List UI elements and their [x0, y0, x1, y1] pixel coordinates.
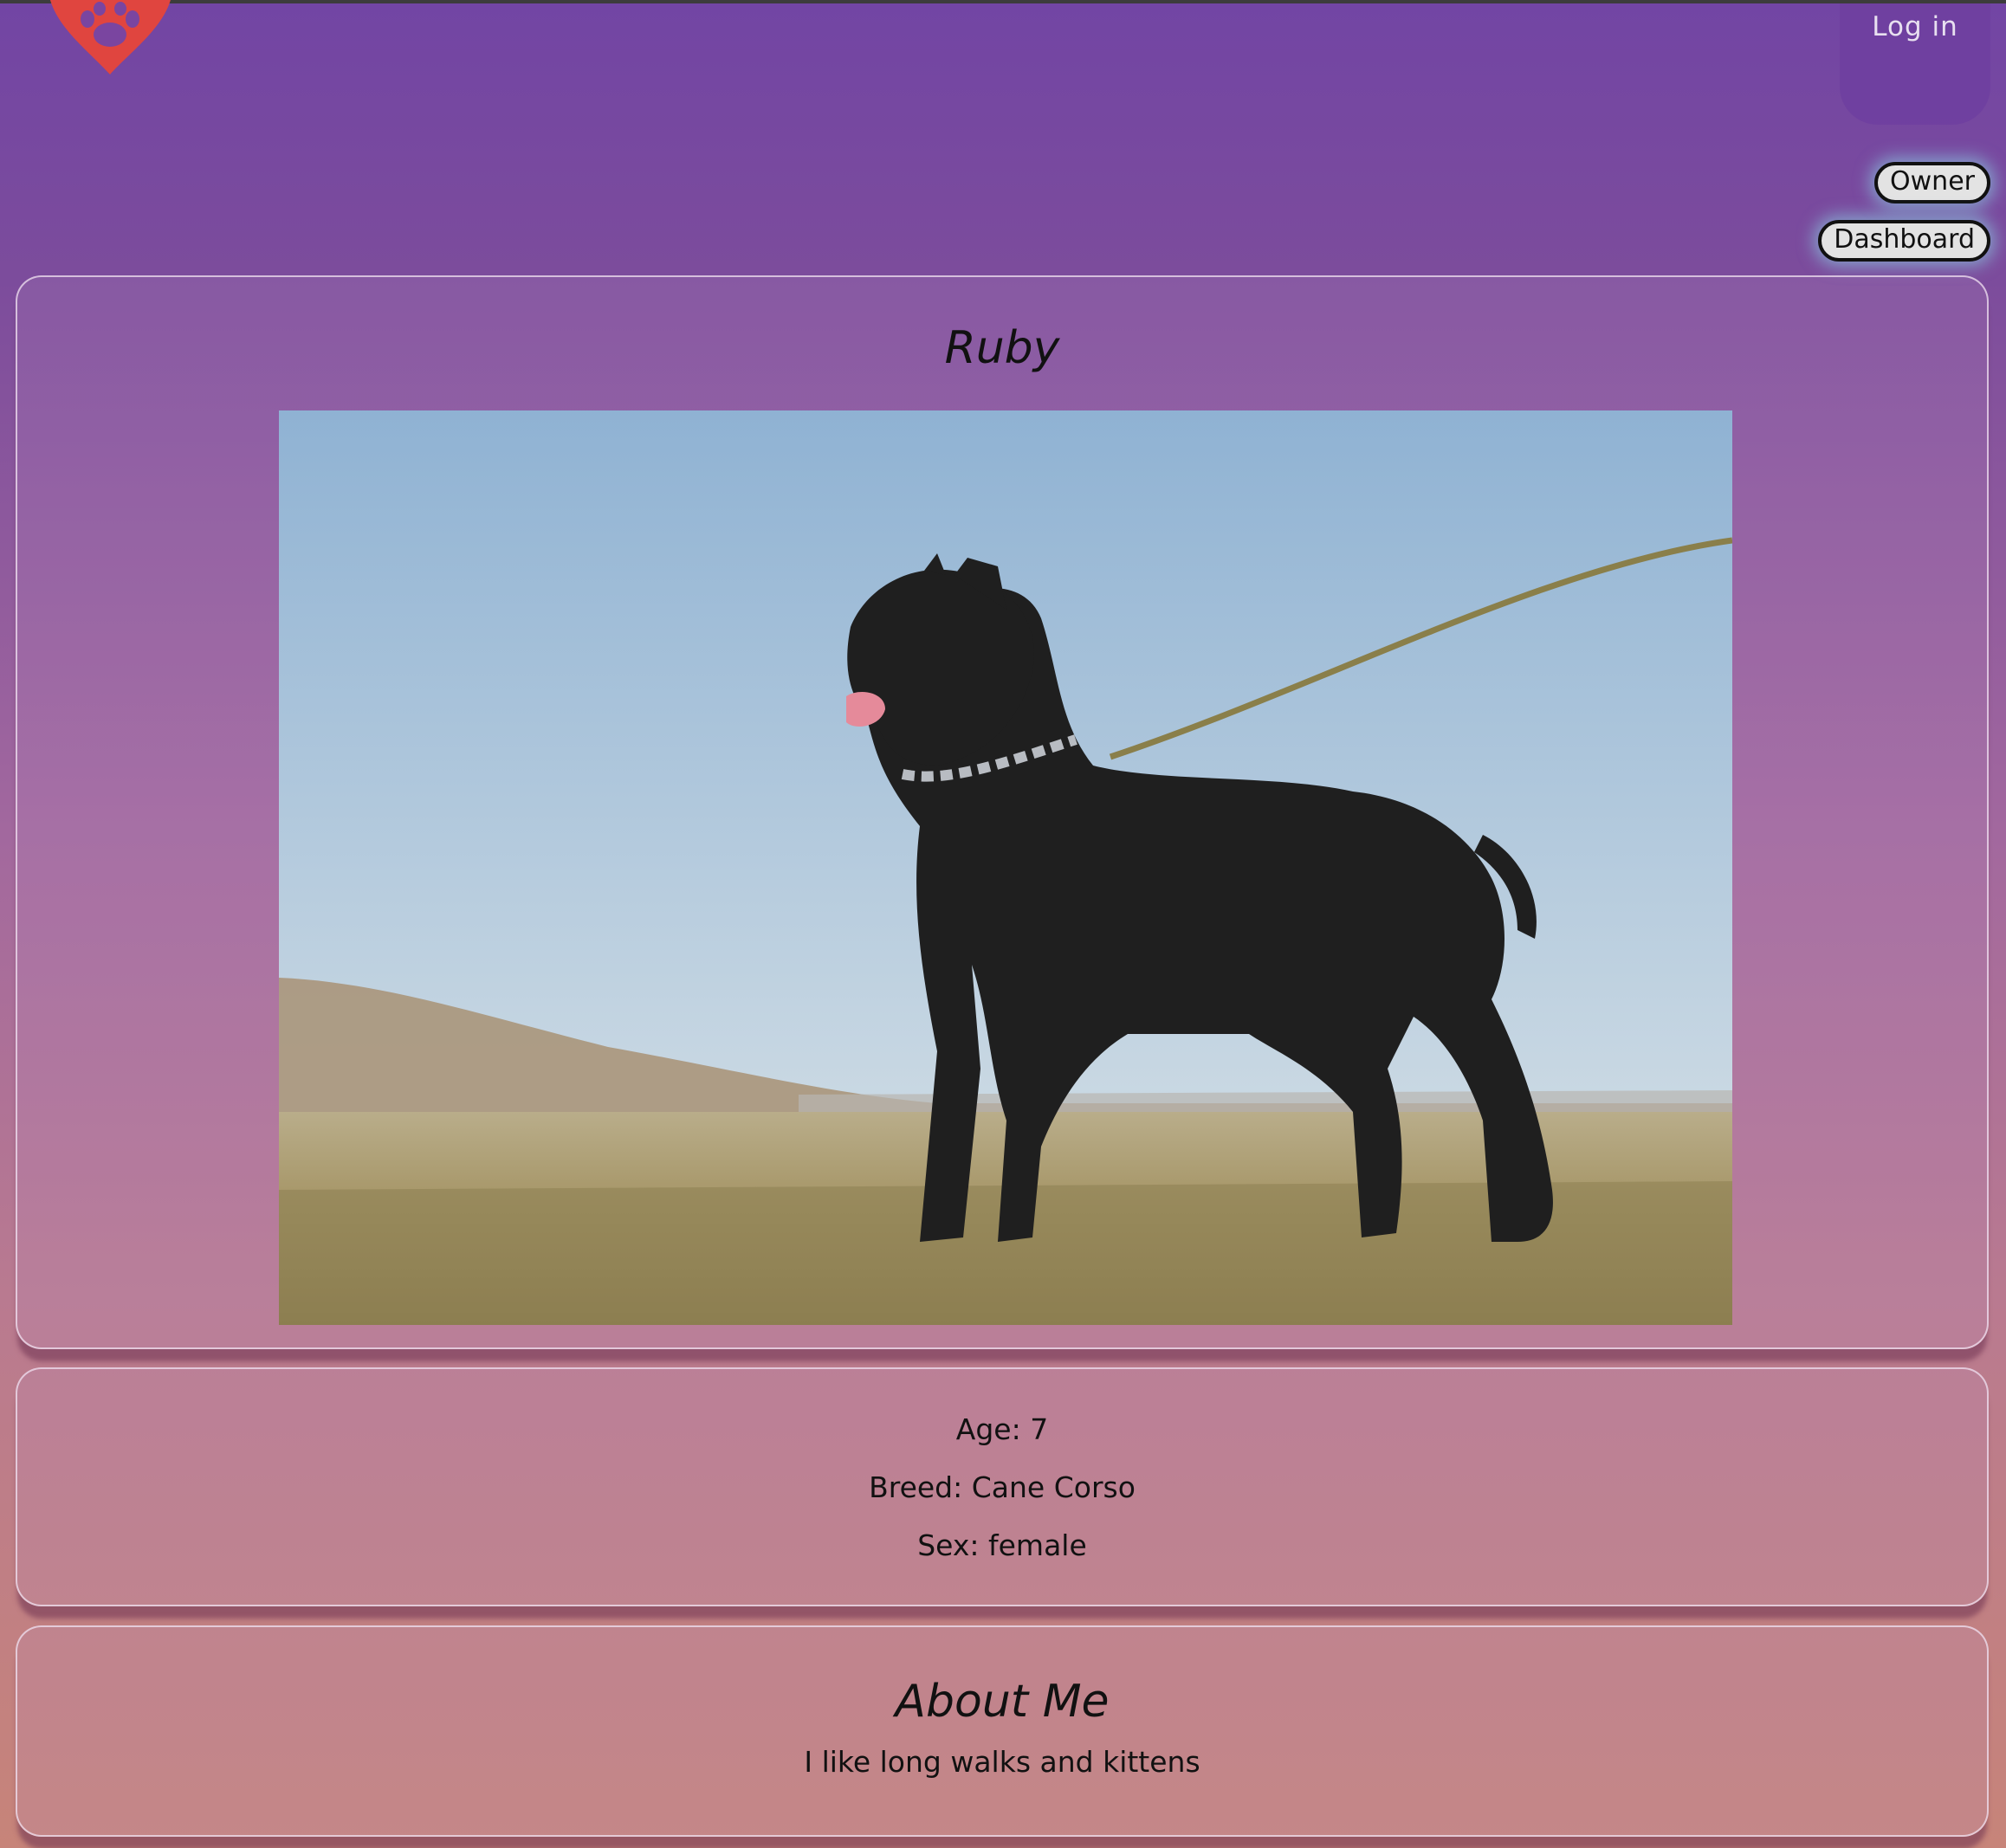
sex-text: Sex: female: [917, 1528, 1087, 1562]
about-title: About Me: [895, 1676, 1110, 1728]
login-tab: Log in: [1840, 3, 1990, 125]
login-link[interactable]: Log in: [1872, 11, 1957, 42]
age-text: Age: 7: [955, 1412, 1049, 1446]
breed-text: Breed: Cane Corso: [869, 1470, 1136, 1504]
owner-button[interactable]: Owner: [1874, 162, 1990, 204]
about-me-card: About Me I like long walks and kittens: [16, 1625, 1989, 1837]
pet-photo: [279, 410, 1732, 1325]
pet-name: Ruby: [944, 322, 1060, 374]
top-border: [0, 0, 2006, 3]
dashboard-button[interactable]: Dashboard: [1818, 220, 1990, 262]
pet-profile-card: Ruby: [16, 275, 1989, 1349]
pet-stats-card: Age: 7 Breed: Cane Corso Sex: female: [16, 1367, 1989, 1606]
paw-heart-icon[interactable]: [48, 0, 173, 76]
dog-photo: [279, 410, 1732, 1325]
about-text: I like long walks and kittens: [804, 1745, 1200, 1779]
